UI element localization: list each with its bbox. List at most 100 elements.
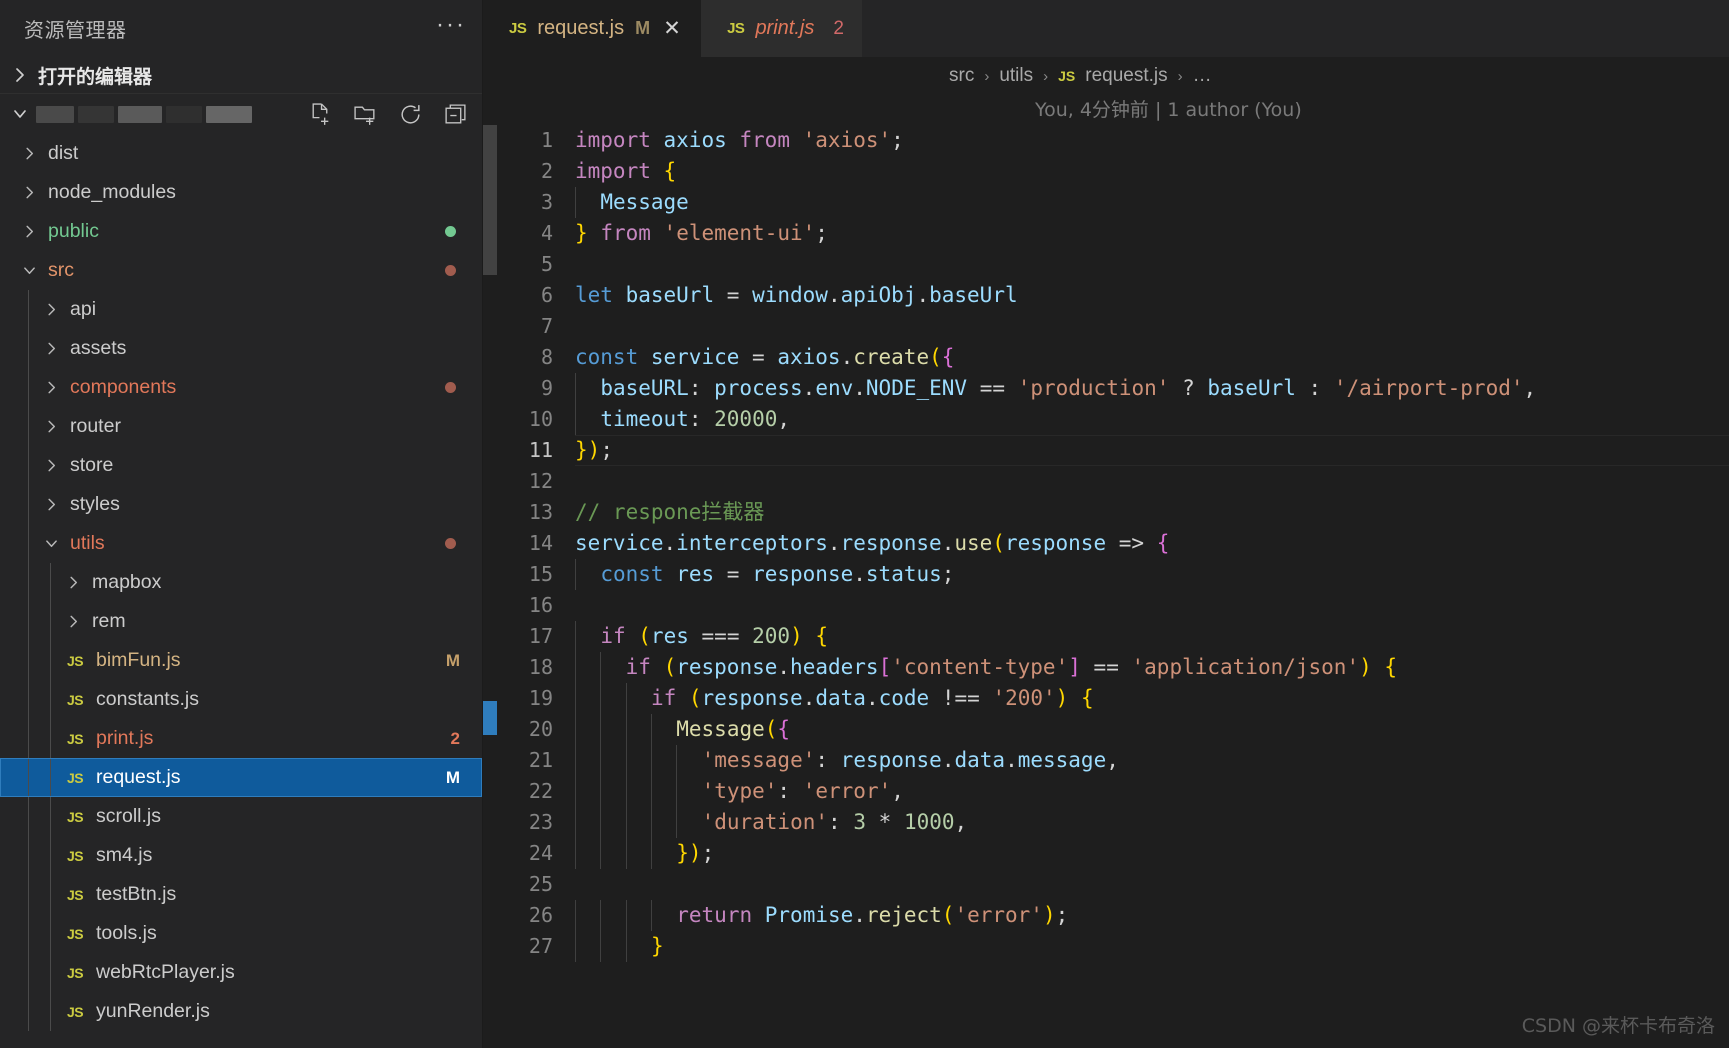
chevron-right-icon[interactable] [40, 380, 62, 395]
chevron-right-icon[interactable] [40, 302, 62, 317]
code-line[interactable]: 18 if (response.headers['content-type'] … [483, 652, 1729, 683]
code-line[interactable]: 13 // respone拦截器 [483, 497, 1729, 528]
code-line[interactable]: 8 const service = axios.create({ [483, 342, 1729, 373]
tree-folder-src[interactable]: src [0, 251, 482, 290]
new-folder-icon[interactable] [353, 102, 378, 127]
new-file-icon[interactable] [308, 102, 333, 127]
code-line[interactable]: 10 timeout: 20000, [483, 404, 1729, 435]
chevron-down-icon[interactable] [18, 264, 40, 277]
line-number: 24 [528, 841, 553, 865]
tree-folder-assets[interactable]: assets [0, 329, 482, 368]
indent-guide [625, 931, 627, 962]
chevron-right-icon[interactable] [40, 458, 62, 473]
more-actions-icon[interactable]: ··· [436, 12, 466, 38]
code-line[interactable]: 5 [483, 249, 1729, 280]
tree-folder-api[interactable]: api [0, 290, 482, 329]
explorer-title: 资源管理器 [24, 20, 127, 42]
tab-bar[interactable]: JS request.js M ✕ JS print.js 2 [483, 0, 1729, 57]
code-line[interactable]: 15 const res = response.status; [483, 559, 1729, 590]
code-line[interactable]: 26 return Promise.reject('error'); [483, 900, 1729, 931]
code-line[interactable]: 20 Message({ [483, 714, 1729, 745]
code-text: import axios from 'axios'; [575, 128, 904, 152]
close-icon[interactable]: ✕ [661, 16, 683, 41]
tab-print-js[interactable]: JS print.js 2 [701, 0, 862, 57]
tree-file-request-js[interactable]: JS request.js M [0, 758, 482, 797]
tab-request-js[interactable]: JS request.js M ✕ [483, 0, 702, 57]
tree-file-bimFun-js[interactable]: JS bimFun.js M [0, 641, 482, 680]
code-line[interactable]: 11}); [483, 435, 1729, 466]
tree-folder-public[interactable]: public [0, 212, 482, 251]
chevron-right-icon[interactable] [18, 224, 40, 239]
tree-file-webRtcPlayer-js[interactable]: JS webRtcPlayer.js [0, 953, 482, 992]
chevron-down-icon[interactable] [40, 537, 62, 550]
line-number: 26 [528, 903, 553, 927]
tree-folder-router[interactable]: router [0, 407, 482, 446]
tree-file-scroll-js[interactable]: JS scroll.js [0, 797, 482, 836]
breadcrumb-item-file[interactable]: request.js [1085, 65, 1167, 87]
tree-file-print-js[interactable]: JS print.js 2 [0, 719, 482, 758]
indent-guide [50, 641, 51, 680]
tree-file-tools-js[interactable]: JS tools.js [0, 914, 482, 953]
line-number: 23 [528, 810, 553, 834]
code-line[interactable]: 4} from 'element-ui'; [483, 218, 1729, 249]
chevron-right-icon[interactable] [18, 185, 40, 200]
chevron-right-icon[interactable] [62, 575, 84, 590]
code-content[interactable]: 1 import axios from 'axios'; 2 import {3 Me… [483, 125, 1729, 1048]
code-line[interactable]: 21 'message': response.data.message, [483, 745, 1729, 776]
indent-guide [50, 992, 51, 1031]
tree-file-testBtn-js[interactable]: JS testBtn.js [0, 875, 482, 914]
code-line[interactable]: 17 if (res === 200) { [483, 621, 1729, 652]
code-line[interactable]: 7 [483, 311, 1729, 342]
refresh-icon[interactable] [398, 102, 423, 127]
code-line[interactable]: 1 import axios from 'axios'; [483, 125, 1729, 156]
tree-file-constants-js[interactable]: JS constants.js [0, 680, 482, 719]
chevron-right-icon[interactable] [62, 614, 84, 629]
breadcrumb-item-src[interactable]: src [949, 65, 974, 87]
code-line[interactable]: 2 import { [483, 156, 1729, 187]
tree-folder-mapbox[interactable]: mapbox [0, 563, 482, 602]
indent-guide [28, 680, 29, 719]
chevron-right-icon[interactable] [40, 497, 62, 512]
line-number: 11 [528, 438, 553, 462]
tree-folder-rem[interactable]: rem [0, 602, 482, 641]
editor-area: JS request.js M ✕ JS print.js 2 src › utils › … [483, 0, 1729, 1048]
code-line[interactable]: 16 [483, 590, 1729, 621]
code-line[interactable]: 6 let baseUrl = window.apiObj.baseUrl [483, 280, 1729, 311]
tree-item-label: components [70, 376, 177, 398]
code-line[interactable]: 23 'duration': 3 * 1000, [483, 807, 1729, 838]
code-line[interactable]: 3 Message [483, 187, 1729, 218]
code-line[interactable]: 14 service.interceptors.response.use(resp… [483, 528, 1729, 559]
tree-folder-store[interactable]: store [0, 446, 482, 485]
collapse-all-icon[interactable] [443, 102, 468, 127]
tree-folder-utils[interactable]: utils [0, 524, 482, 563]
tree-file-sm4-js[interactable]: JS sm4.js [0, 836, 482, 875]
tree-folder-components[interactable]: components [0, 368, 482, 407]
workspace-root-row[interactable] [0, 94, 482, 134]
line-number: 4 [540, 221, 553, 245]
chevron-right-icon[interactable] [40, 419, 62, 434]
tree-folder-styles[interactable]: styles [0, 485, 482, 524]
breadcrumb[interactable]: src › utils › JS request.js › … [483, 57, 1729, 95]
code-line[interactable]: 27 } [483, 931, 1729, 962]
js-file-icon: JS [66, 886, 84, 903]
breadcrumb-item-utils[interactable]: utils [999, 65, 1033, 87]
chevron-right-icon: › [1177, 67, 1183, 85]
chevron-right-icon[interactable] [18, 146, 40, 161]
tree-item-badge: 2 [450, 728, 460, 748]
breadcrumb-item-symbol[interactable]: … [1193, 65, 1212, 87]
code-line[interactable]: 25 [483, 869, 1729, 900]
tree-folder-node_modules[interactable]: node_modules [0, 173, 482, 212]
file-tree[interactable]: dist node_modules public src api assets compon… [0, 134, 482, 1048]
indent-guide [676, 807, 678, 838]
code-line[interactable]: 24 }); [483, 838, 1729, 869]
code-line[interactable]: 19 if (response.data.code !== '200') { [483, 683, 1729, 714]
tree-file-yunRender-js[interactable]: JS yunRender.js [0, 992, 482, 1031]
code-text: if (response.data.code !== '200') { [650, 686, 1094, 710]
section-open-editors[interactable]: 打开的编辑器 [0, 57, 482, 94]
indent-guide [28, 953, 29, 992]
code-line[interactable]: 22 'type': 'error', [483, 776, 1729, 807]
tree-folder-dist[interactable]: dist [0, 134, 482, 173]
code-line[interactable]: 9 baseURL: process.env.NODE_ENV == 'prod… [483, 373, 1729, 404]
chevron-right-icon[interactable] [40, 341, 62, 356]
code-line[interactable]: 12 [483, 466, 1729, 497]
